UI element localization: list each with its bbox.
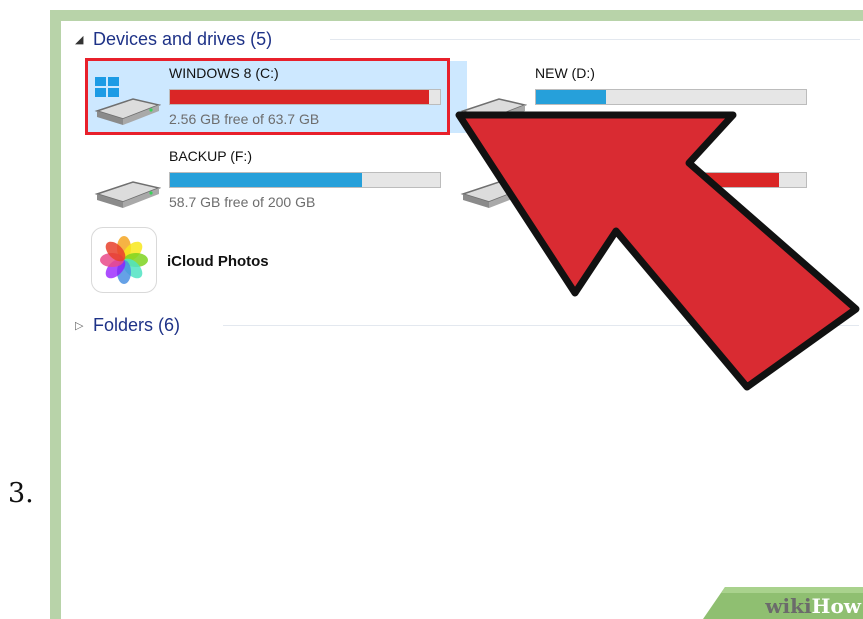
collapse-triangle-icon[interactable]: ▷ — [75, 319, 89, 332]
watermark-text: wikiHow — [765, 594, 861, 618]
drive-name: BACKUP (F:) — [169, 148, 252, 164]
pointer-arrow-icon — [455, 111, 860, 391]
drive-f[interactable]: BACKUP (F:) 58.7 GB free of 200 GB — [87, 144, 467, 216]
drive-free-space: 58.7 GB free of 200 GB — [169, 194, 316, 210]
photos-flower-icon — [100, 236, 148, 284]
group-label-devices: Devices and drives (5) — [93, 28, 273, 49]
group-divider — [330, 39, 860, 40]
drive-name: NEW (D:) — [535, 65, 595, 81]
group-label-folders: Folders (6) — [93, 314, 181, 335]
explorer-panel: ◢ Devices and drives (5) WINDOWS 8 (C:) … — [61, 21, 863, 619]
highlight-box — [85, 58, 450, 135]
wikihow-watermark: wikiHow — [703, 583, 863, 619]
app-name[interactable]: iCloud Photos — [167, 253, 269, 270]
icloud-photos-icon[interactable] — [91, 227, 157, 293]
hard-drive-icon — [94, 181, 161, 208]
usage-bar-fill — [170, 173, 362, 187]
expand-triangle-icon[interactable]: ◢ — [75, 33, 89, 46]
watermark-wiki: wiki — [765, 594, 812, 618]
watermark-how: How — [811, 594, 861, 618]
step-number: 3. — [8, 478, 34, 509]
group-header-devices[interactable]: ◢ Devices and drives (5) — [75, 27, 860, 51]
usage-bar — [169, 172, 441, 188]
